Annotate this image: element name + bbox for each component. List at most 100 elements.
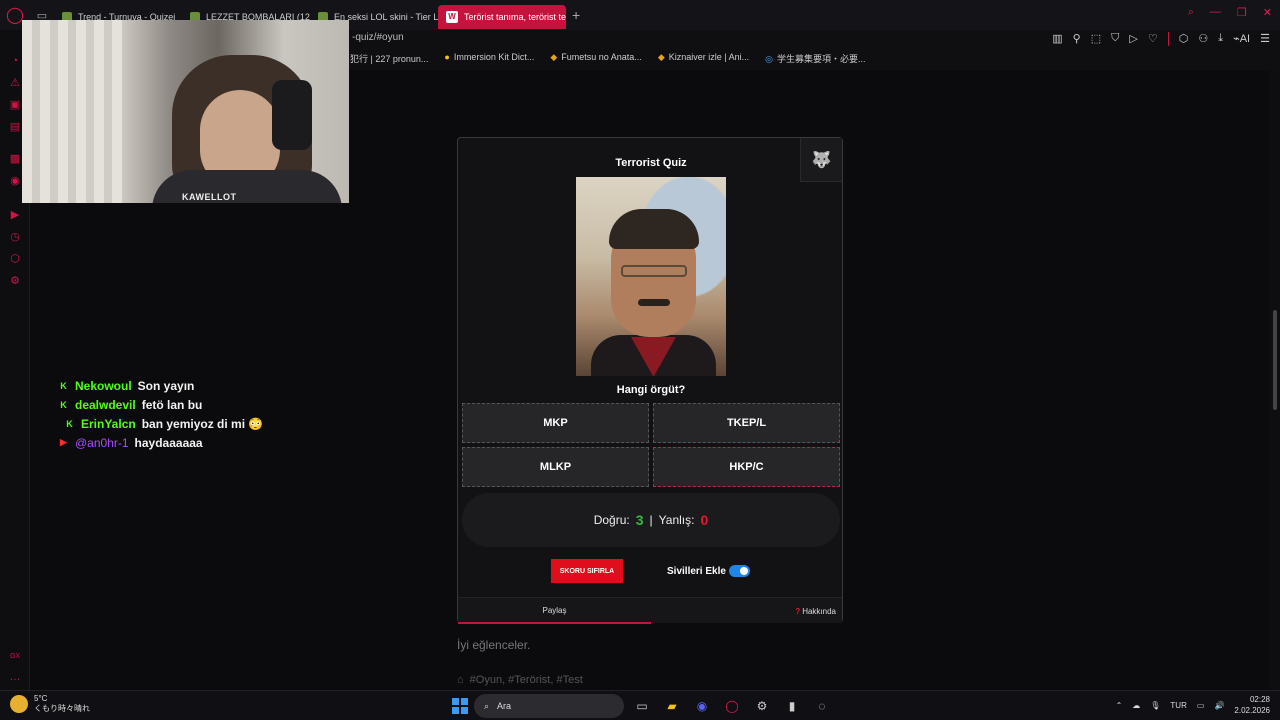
screenshot-icon[interactable]: ⬚ <box>1091 32 1101 46</box>
sidebar-youtube-icon[interactable]: ◉ <box>8 174 22 188</box>
sidebar-messenger-icon[interactable]: ▣ <box>8 98 22 112</box>
weather-text: 5°C くもり時々晴れ <box>34 694 90 714</box>
sidebar-music-icon[interactable]: ◔ <box>8 54 22 68</box>
weather-icon <box>10 695 28 713</box>
civilians-toggle[interactable] <box>729 565 750 577</box>
clock-date: 2.02.2026 <box>1234 706 1270 715</box>
clock-time: 02:28 <box>1249 695 1270 704</box>
sidebar-news-icon[interactable]: ▤ <box>8 120 22 134</box>
weather-widget[interactable]: 5°C くもり時々晴れ <box>10 694 90 714</box>
profile-icon[interactable]: ⚇ <box>1198 32 1208 46</box>
civilians-toggle-label: Sivilleri Ekle <box>667 566 726 577</box>
search-icon[interactable]: ⌕ <box>1188 6 1194 19</box>
chat-message: ban yemiyoz di mi 😳 <box>141 416 264 431</box>
correct-label: Doğru: <box>593 513 630 527</box>
mic-icon[interactable]: 🎙 <box>1150 701 1160 710</box>
bookmark-4[interactable]: ◎ 学生募集要項・必要... <box>765 52 865 65</box>
sidebar-extensions-icon[interactable]: ⬡ <box>8 252 22 266</box>
tray-chevron-icon[interactable]: ⌃ <box>1116 701 1123 710</box>
pin-icon[interactable]: ⚲ <box>1073 32 1081 46</box>
volume-icon[interactable]: 🔊 <box>1214 701 1224 710</box>
about-label: Hakkında <box>802 606 836 616</box>
sidebar-gx-icon[interactable]: GX <box>8 650 22 664</box>
bookmarks-bar: 犯行 | 227 pronun... ● Immersion Kit Dict..… <box>350 52 866 65</box>
task-view-icon[interactable]: ▭ <box>630 694 654 718</box>
minimize-button[interactable]: — <box>1210 6 1221 19</box>
sidebar-more-icon[interactable]: … <box>8 670 22 684</box>
bookmark-label: 学生募集要項・必要... <box>776 54 866 64</box>
bookmark-favicon-icon: ◆ <box>657 52 665 62</box>
webcam-label: KAWELLOT <box>182 192 237 202</box>
new-tab-button[interactable]: + <box>566 7 586 23</box>
sidebar-twitch-icon[interactable]: ▩ <box>8 152 22 166</box>
kick-icon: K <box>60 399 67 410</box>
taskbar-search[interactable]: ⌕ Ara <box>474 694 624 718</box>
chat-line: K ErinYalcn ban yemiyoz di mi 😳 <box>58 414 263 433</box>
quiz-photo <box>576 177 726 376</box>
extensions-icon[interactable]: ⬡ <box>1179 32 1189 46</box>
photo-hair <box>609 209 699 249</box>
aria-ai-button[interactable]: ⌁AI <box>1233 32 1250 46</box>
heart-icon[interactable]: ♡ <box>1148 32 1158 46</box>
card-footer: Paylaş ? Hakkında <box>458 597 842 624</box>
steam-icon[interactable]: ⚙ <box>750 694 774 718</box>
onedrive-icon[interactable]: ☁ <box>1132 701 1140 710</box>
file-explorer-icon[interactable]: ▰ <box>660 694 684 718</box>
answer-grid: MKP TKEP/L MLKP HKP/C <box>462 403 840 487</box>
tab-3-active[interactable]: W Terörist tanıma, terörist te <box>438 4 566 29</box>
tag-icon: ⌂ <box>457 674 464 686</box>
tab-label: Terörist tanıma, terörist te <box>464 11 566 22</box>
answer-button[interactable]: TKEP/L <box>653 403 840 443</box>
bookmark-label: Fumetsu no Anata... <box>561 52 642 62</box>
sidebar-gx-corner-icon[interactable]: ⚠ <box>8 76 22 90</box>
sidebar-player-icon[interactable]: ▶ <box>8 208 22 222</box>
download-icon[interactable]: ⤓ <box>1218 32 1223 46</box>
start-windows-icon[interactable] <box>452 698 468 714</box>
weather-desc: くもり時々晴れ <box>34 704 90 713</box>
play-icon[interactable]: ▷ <box>1129 32 1137 46</box>
shield-icon[interactable]: ⛉ <box>1111 32 1119 46</box>
quiz-question: Hangi örgüt? <box>616 384 686 396</box>
bookmark-dot-icon: ● <box>444 52 450 62</box>
kick-icon: K <box>60 380 67 391</box>
wolf-avatar-icon[interactable]: 🐺 <box>800 138 842 182</box>
answer-button-hovered[interactable]: HKP/C <box>653 447 840 487</box>
page-scrollbar[interactable] <box>1270 70 1280 690</box>
sidebar-history-icon[interactable]: ◷ <box>8 230 22 244</box>
app-icon[interactable]: ▮ <box>780 694 804 718</box>
scrollbar-thumb[interactable] <box>1273 310 1277 410</box>
maximize-button[interactable]: ❐ <box>1237 6 1247 19</box>
windows-taskbar: 5°C くもり時々晴れ ⌕ Ara ▭ ▰ ◉ ◯ ⚙ ▮ ◌ ⌃ ☁ 🎙 TU… <box>0 690 1280 720</box>
network-icon[interactable]: ▭ <box>1197 701 1205 710</box>
bookmark-2[interactable]: ◆ Fumetsu no Anata... <box>550 52 641 65</box>
toolbar-icons: ▥ ⚲ ⬚ ⛉ ▷ ♡ ⬡ ⚇ ⤓ ⌁AI ☰ <box>1052 32 1270 46</box>
bookmark-1[interactable]: ● Immersion Kit Dict... <box>444 52 534 65</box>
split-view-icon[interactable]: ▥ <box>1052 32 1062 46</box>
toolbar-separator <box>1167 32 1169 46</box>
score-separator: | <box>649 513 653 527</box>
bookmark-3[interactable]: ◆ Kiznaiver izle | Ani... <box>658 52 749 65</box>
about-link[interactable]: ? Hakkında <box>795 598 836 624</box>
reset-score-button[interactable]: SKORU SIFIRLA <box>551 559 623 583</box>
app-icon-2[interactable]: ◌ <box>810 694 834 718</box>
tags-text[interactable]: #Oyun, #Terörist, #Test <box>470 674 583 686</box>
menu-icon[interactable]: ☰ <box>1260 32 1270 46</box>
chat-message: Son yayın <box>137 378 195 393</box>
headset <box>272 80 312 150</box>
close-button[interactable]: ✕ <box>1263 6 1272 19</box>
discord-icon[interactable]: ◉ <box>690 694 714 718</box>
bookmark-favicon-icon: ◆ <box>550 52 558 62</box>
correct-count: 3 <box>635 512 644 528</box>
search-icon: ⌕ <box>484 700 490 711</box>
share-tab[interactable]: Paylaş <box>458 598 651 624</box>
sidebar-settings-icon[interactable]: ⚙ <box>8 274 22 288</box>
answer-button[interactable]: MLKP <box>462 447 649 487</box>
search-label: Ara <box>497 701 512 711</box>
bookmark-0[interactable]: 犯行 | 227 pronun... <box>350 52 428 65</box>
opera-gx-icon[interactable]: ◯ <box>720 694 744 718</box>
url-field[interactable]: -quiz/#oyun <box>352 32 404 43</box>
answer-button[interactable]: MKP <box>462 403 649 443</box>
photo-mustache <box>638 299 670 306</box>
clock[interactable]: 02:28 2.02.2026 <box>1234 694 1270 716</box>
language-indicator[interactable]: TUR <box>1170 701 1186 710</box>
